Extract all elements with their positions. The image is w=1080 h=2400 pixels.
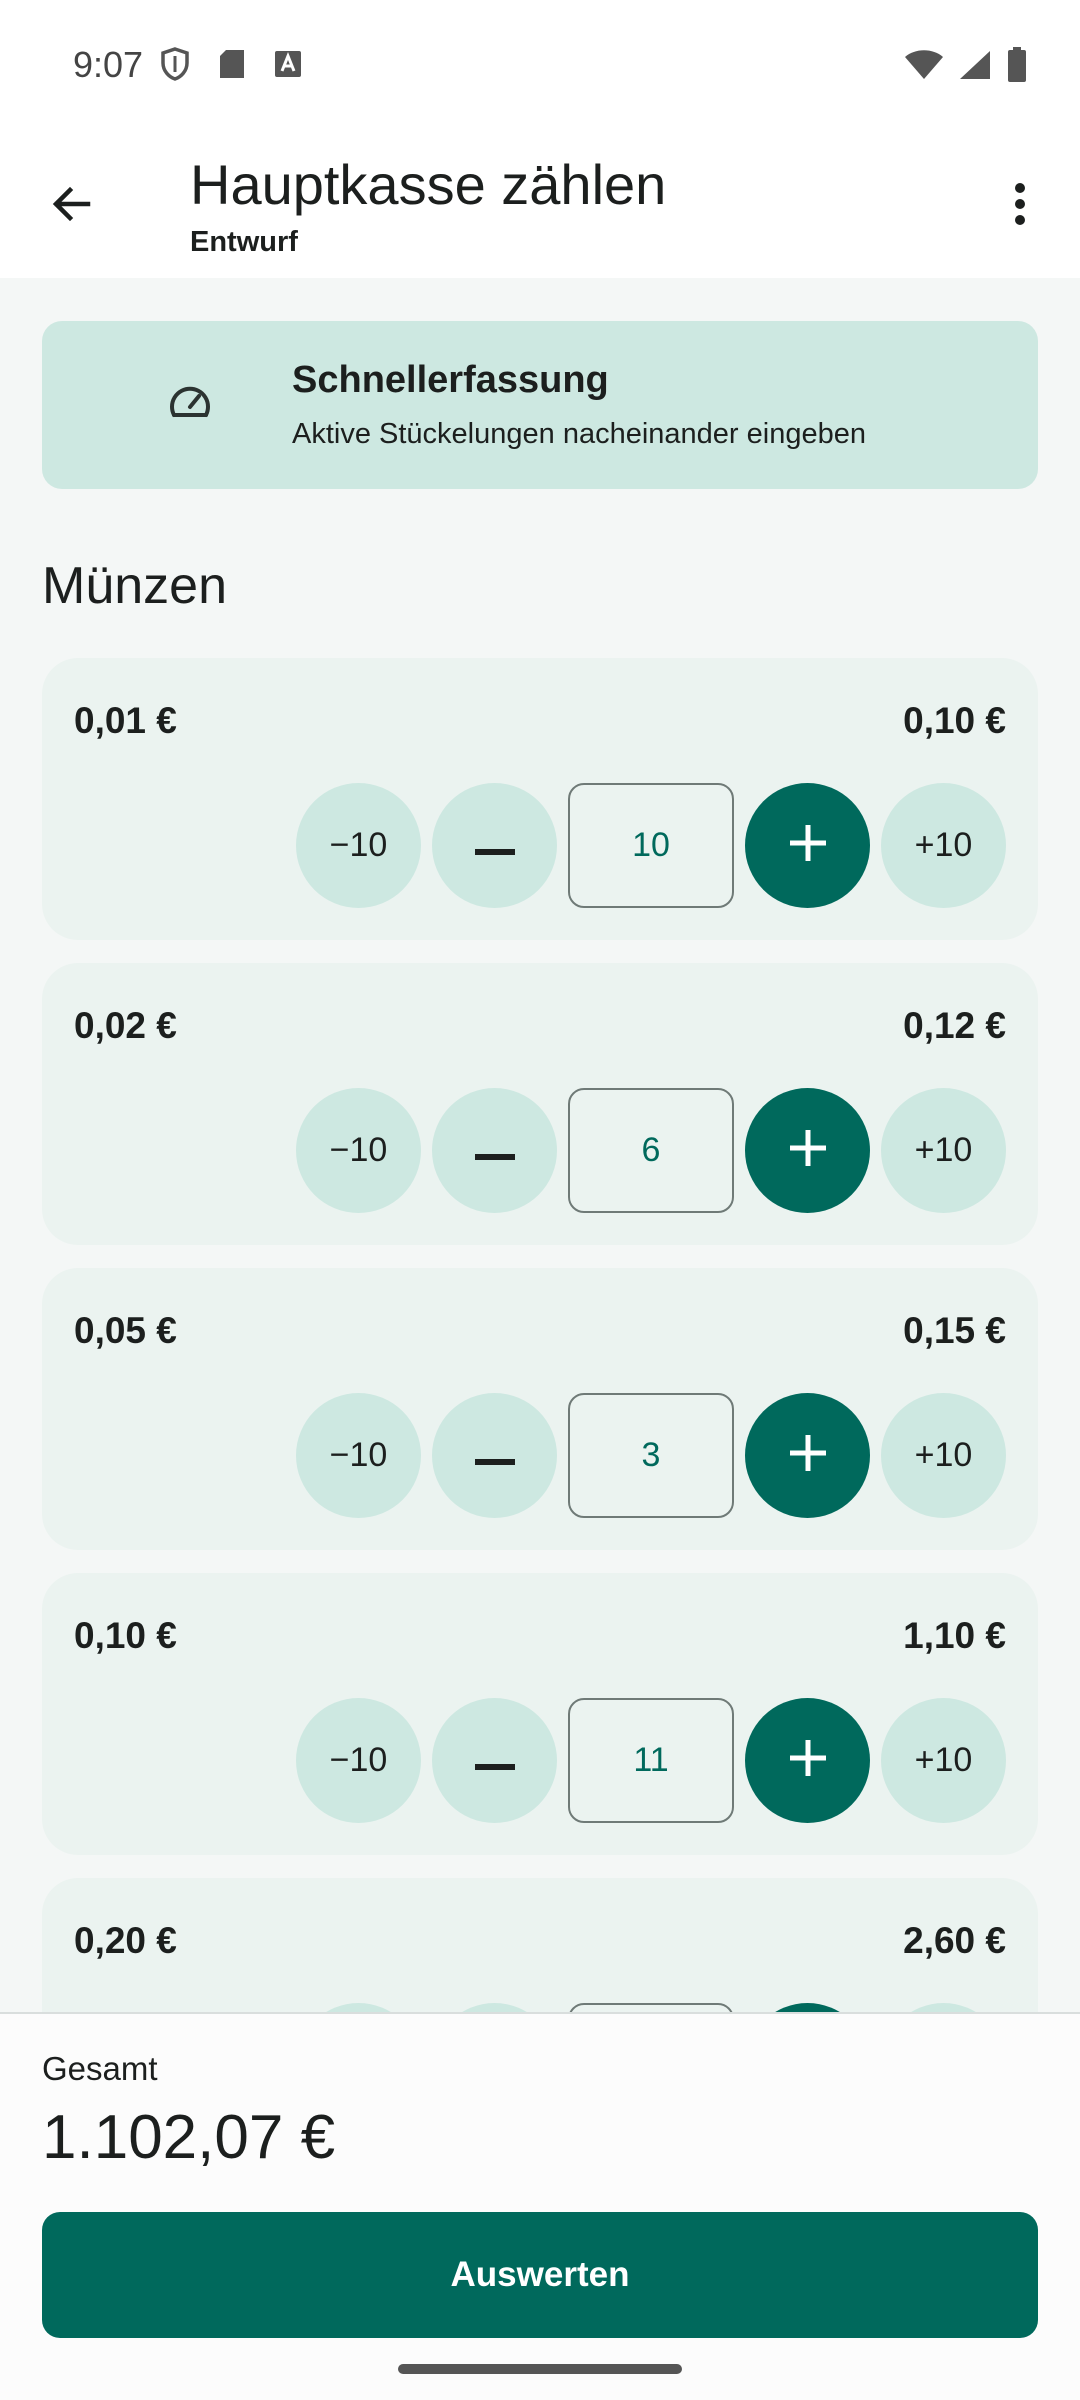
increment-button[interactable]: [745, 1698, 870, 1823]
count-input[interactable]: 11: [568, 1698, 734, 1823]
denomination-row: 0,02 € 0,12 € −10 6 +10: [42, 963, 1038, 1245]
denomination-label: 0,05 €: [74, 1310, 177, 1351]
more-vert-icon: [1014, 182, 1026, 231]
denomination-label: 0,20 €: [74, 1920, 177, 1961]
speedometer-icon: [168, 381, 212, 425]
top-app-bar: Hauptkasse zählen Entwurf: [0, 130, 1080, 278]
decrement-button[interactable]: [432, 1088, 557, 1213]
increment-button[interactable]: [745, 1088, 870, 1213]
denomination-total: 0,12 €: [903, 1005, 1006, 1046]
count-input[interactable]: 10: [568, 783, 734, 908]
decrement-button[interactable]: [432, 1698, 557, 1823]
content-scroll-area[interactable]: Schnellerfassung Aktive Stückelungen nac…: [0, 278, 1080, 2012]
shield-icon: [160, 47, 190, 86]
status-icons-right: [904, 47, 1028, 88]
plus-ten-button[interactable]: +10: [881, 783, 1006, 908]
minus-ten-button[interactable]: −10: [296, 1698, 421, 1823]
increment-button[interactable]: [745, 783, 870, 908]
minus-icon: [474, 1131, 515, 1170]
denomination-row: 0,05 € 0,15 € −10 3 +10: [42, 1268, 1038, 1550]
evaluate-button[interactable]: Auswerten: [42, 2212, 1038, 2338]
denomination-total: 1,10 €: [903, 1615, 1006, 1656]
total-label: Gesamt: [42, 2050, 158, 2087]
wifi-icon: [904, 49, 944, 86]
status-time: 9:07: [73, 44, 144, 85]
arrow-back-icon: [48, 180, 96, 233]
page-subtitle: Entwurf: [190, 226, 298, 258]
minus-icon: [474, 1436, 515, 1475]
plus-ten-button[interactable]: +10: [881, 1698, 1006, 1823]
denomination-row: 0,20 € 2,60 € −10 +10: [42, 1878, 1038, 2012]
denomination-list: 0,01 € 0,10 € −10 10 +10 0,02 € 0,12 € −…: [42, 658, 1038, 2012]
increment-button[interactable]: [745, 2003, 870, 2012]
count-input[interactable]: 6: [568, 1088, 734, 1213]
back-button[interactable]: [36, 170, 108, 242]
minus-icon: [474, 1741, 515, 1780]
denomination-total: 2,60 €: [903, 1920, 1006, 1961]
count-controls: −10 +10: [296, 2003, 1006, 2012]
summary-panel: Gesamt 1.102,07 € Auswerten: [0, 2012, 1080, 2400]
quick-entry-card[interactable]: Schnellerfassung Aktive Stückelungen nac…: [42, 321, 1038, 489]
minus-ten-button[interactable]: −10: [296, 783, 421, 908]
denomination-label: 0,01 €: [74, 700, 177, 741]
status-bar: 9:07: [0, 0, 1080, 130]
status-icons-left: [160, 47, 302, 86]
home-indicator[interactable]: [398, 2364, 682, 2374]
minus-icon: [474, 826, 515, 865]
more-options-button[interactable]: [984, 170, 1056, 242]
total-value: 1.102,07 €: [42, 2103, 336, 2172]
count-controls: −10 10 +10: [296, 783, 1006, 908]
denomination-row: 0,10 € 1,10 € −10 11 +10: [42, 1573, 1038, 1855]
sd-card-icon: [218, 48, 246, 85]
minus-ten-button[interactable]: −10: [296, 1088, 421, 1213]
denomination-total: 0,15 €: [903, 1310, 1006, 1351]
section-title-coins: Münzen: [42, 557, 227, 615]
plus-icon: [788, 823, 828, 868]
count-input[interactable]: 3: [568, 1393, 734, 1518]
denomination-row: 0,01 € 0,10 € −10 10 +10: [42, 658, 1038, 940]
minus-ten-button[interactable]: −10: [296, 1393, 421, 1518]
decrement-button[interactable]: [432, 2003, 557, 2012]
plus-ten-button[interactable]: +10: [881, 1088, 1006, 1213]
increment-button[interactable]: [745, 1393, 870, 1518]
quick-entry-title: Schnellerfassung: [292, 359, 609, 401]
plus-icon: [788, 1738, 828, 1783]
page-title: Hauptkasse zählen: [190, 153, 667, 216]
decrement-button[interactable]: [432, 783, 557, 908]
denomination-label: 0,02 €: [74, 1005, 177, 1046]
minus-ten-button[interactable]: −10: [296, 2003, 421, 2012]
battery-icon: [1006, 47, 1028, 88]
quick-entry-description: Aktive Stückelungen nacheinander eingebe…: [292, 418, 866, 450]
plus-icon: [788, 1128, 828, 1173]
denomination-label: 0,10 €: [74, 1615, 177, 1656]
denomination-total: 0,10 €: [903, 700, 1006, 741]
count-controls: −10 3 +10: [296, 1393, 1006, 1518]
plus-icon: [788, 1433, 828, 1478]
count-controls: −10 11 +10: [296, 1698, 1006, 1823]
plus-ten-button[interactable]: +10: [881, 2003, 1006, 2012]
count-input[interactable]: [568, 2003, 734, 2012]
count-controls: −10 6 +10: [296, 1088, 1006, 1213]
signal-icon: [958, 49, 992, 86]
decrement-button[interactable]: [432, 1393, 557, 1518]
text-notification-icon: [274, 50, 302, 83]
plus-ten-button[interactable]: +10: [881, 1393, 1006, 1518]
